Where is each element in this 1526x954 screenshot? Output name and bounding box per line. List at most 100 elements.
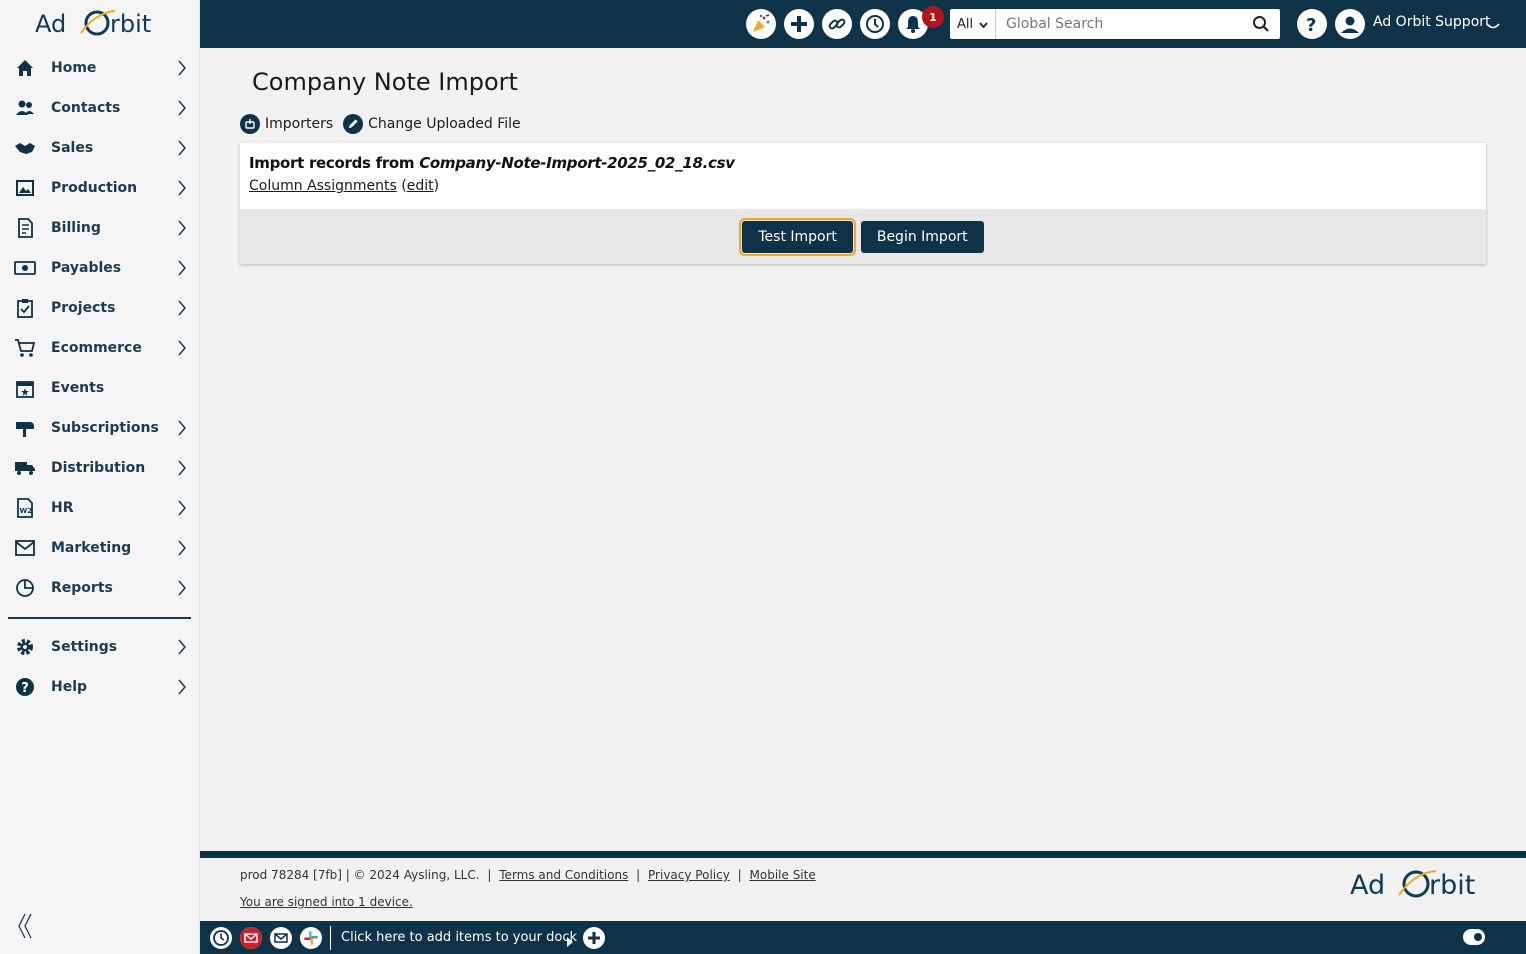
question-mark-icon: ? — [1306, 15, 1316, 34]
ad-orbit-logo-graphic: Ad rbit — [1350, 870, 1475, 901]
gear-icon — [14, 636, 36, 658]
clipboard-icon — [14, 297, 36, 319]
power-plug-icon — [240, 114, 260, 134]
plus-icon — [588, 932, 600, 944]
sidebar-item-label: Subscriptions — [51, 420, 159, 436]
sidebar-item-help[interactable]: ? Help — [0, 667, 199, 707]
build-info: prod 78284 [7fb] | © 2024 Aysling, LLC. — [240, 868, 480, 882]
change-uploaded-file-link[interactable]: Change Uploaded File — [343, 114, 521, 134]
chevron-down-icon — [979, 17, 988, 32]
sidebar-item-billing[interactable]: Billing — [0, 208, 199, 248]
sidebar-item-label: Billing — [51, 220, 101, 236]
search-scope-select[interactable]: All — [950, 9, 996, 39]
dock-slack-button[interactable] — [300, 927, 322, 949]
dock-add-button[interactable] — [583, 927, 605, 949]
links-button[interactable] — [822, 9, 852, 39]
sidebar-bottom-nav: Settings ? Help — [0, 627, 199, 707]
sidebar-item-label: Home — [51, 60, 97, 76]
sidebar-item-events[interactable]: Events — [0, 368, 199, 408]
w2-form-icon: W2 — [14, 497, 36, 519]
dock-bar: Click here to add items to your dock — [200, 921, 1526, 954]
sidebar-item-home[interactable]: Home — [0, 48, 199, 88]
chevron-right-icon — [175, 297, 189, 319]
chevron-right-icon — [175, 497, 189, 519]
dock-mail-button[interactable] — [270, 927, 292, 949]
sidebar-item-ecommerce[interactable]: Ecommerce — [0, 328, 199, 368]
sidebar-item-contacts[interactable]: Contacts — [0, 88, 199, 128]
dock-toggle-switch[interactable] — [1463, 929, 1485, 945]
svg-text:?: ? — [21, 681, 29, 696]
sidebar-item-hr[interactable]: W2 HR — [0, 488, 199, 528]
chevron-right-icon — [175, 217, 189, 239]
image-icon — [14, 177, 36, 199]
celebration-button[interactable] — [746, 9, 776, 39]
ad-orbit-logo-graphic: Ad rbit — [35, 10, 151, 38]
user-menu-name[interactable]: Ad Orbit Support — [1373, 14, 1491, 30]
envelope-icon — [14, 537, 36, 559]
signed-in-devices-link[interactable]: You are signed into 1 device. — [240, 895, 413, 909]
sidebar-item-label: Production — [51, 180, 138, 196]
chevron-right-icon — [175, 177, 189, 199]
chevron-right-icon — [175, 417, 189, 439]
plus-icon — [791, 16, 807, 32]
user-avatar[interactable] — [1335, 9, 1365, 39]
chevron-right-icon — [175, 257, 189, 279]
sidebar-item-settings[interactable]: Settings — [0, 627, 199, 667]
global-search-input[interactable] — [996, 16, 1246, 32]
footer-separator: | — [487, 868, 492, 882]
global-search — [996, 9, 1280, 39]
ad-orbit-logo[interactable]: Ad rbit — [0, 0, 199, 48]
sidebar-item-label: Contacts — [51, 100, 121, 116]
search-icon[interactable] — [1246, 9, 1276, 39]
main-content: Company Note Import Importers Change Upl… — [200, 48, 1526, 851]
chevron-right-icon — [175, 97, 189, 119]
svg-text:Ad: Ad — [1350, 870, 1385, 901]
sidebar-item-subscriptions[interactable]: Subscriptions — [0, 408, 199, 448]
top-bar: 1 All ? Ad Orbit Support — [200, 0, 1526, 48]
money-icon — [14, 257, 36, 279]
svg-text:W2: W2 — [20, 507, 33, 515]
test-import-button[interactable]: Test Import — [739, 217, 856, 256]
party-popper-icon — [753, 14, 770, 32]
column-assignments-link[interactable]: Column Assignments — [249, 178, 397, 194]
help-button[interactable]: ? — [1297, 9, 1327, 39]
change-uploaded-file-label: Change Uploaded File — [368, 116, 521, 132]
begin-import-button[interactable]: Begin Import — [860, 220, 984, 253]
dock-clock-button[interactable] — [210, 927, 232, 949]
dock-email-button[interactable] — [240, 927, 262, 949]
chevron-right-icon — [175, 537, 189, 559]
privacy-link[interactable]: Privacy Policy — [648, 868, 730, 882]
cart-icon — [14, 337, 36, 359]
bell-icon — [906, 16, 920, 33]
mailbox-icon — [14, 417, 36, 439]
svg-text:rbit: rbit — [110, 10, 151, 38]
terms-link[interactable]: Terms and Conditions — [499, 868, 628, 882]
invoice-icon — [14, 217, 36, 239]
importers-link[interactable]: Importers — [240, 114, 333, 134]
dock-add-items-prompt[interactable]: Click here to add items to your dock — [341, 930, 577, 945]
collapse-sidebar-button[interactable] — [14, 912, 36, 940]
sidebar-item-label: Help — [51, 679, 88, 695]
truck-icon — [14, 457, 36, 479]
sidebar-item-label: Settings — [51, 639, 118, 655]
chevron-down-icon[interactable] — [1486, 16, 1500, 35]
footer-separator: | — [636, 868, 641, 882]
sidebar-item-projects[interactable]: Projects — [0, 288, 199, 328]
chevron-right-icon — [175, 457, 189, 479]
sidebar-item-marketing[interactable]: Marketing — [0, 528, 199, 568]
sidebar: Ad rbit Home Contacts Sales Production B… — [0, 0, 200, 954]
svg-text:Ad: Ad — [35, 10, 66, 38]
sidebar-item-sales[interactable]: Sales — [0, 128, 199, 168]
sidebar-item-distribution[interactable]: Distribution — [0, 448, 199, 488]
svg-text:?: ? — [1306, 15, 1316, 34]
sidebar-item-payables[interactable]: Payables — [0, 248, 199, 288]
sidebar-item-label: Marketing — [51, 540, 132, 556]
edit-column-assignments-link[interactable]: edit — [407, 178, 434, 194]
add-new-button[interactable] — [784, 9, 814, 39]
import-source-line: Import records from Company-Note-Import-… — [249, 154, 1477, 172]
sidebar-item-reports[interactable]: Reports — [0, 568, 199, 608]
sidebar-item-production[interactable]: Production — [0, 168, 199, 208]
history-button[interactable] — [860, 9, 890, 39]
mobile-site-link[interactable]: Mobile Site — [750, 868, 816, 882]
import-card-body: Import records from Company-Note-Import-… — [240, 143, 1486, 209]
